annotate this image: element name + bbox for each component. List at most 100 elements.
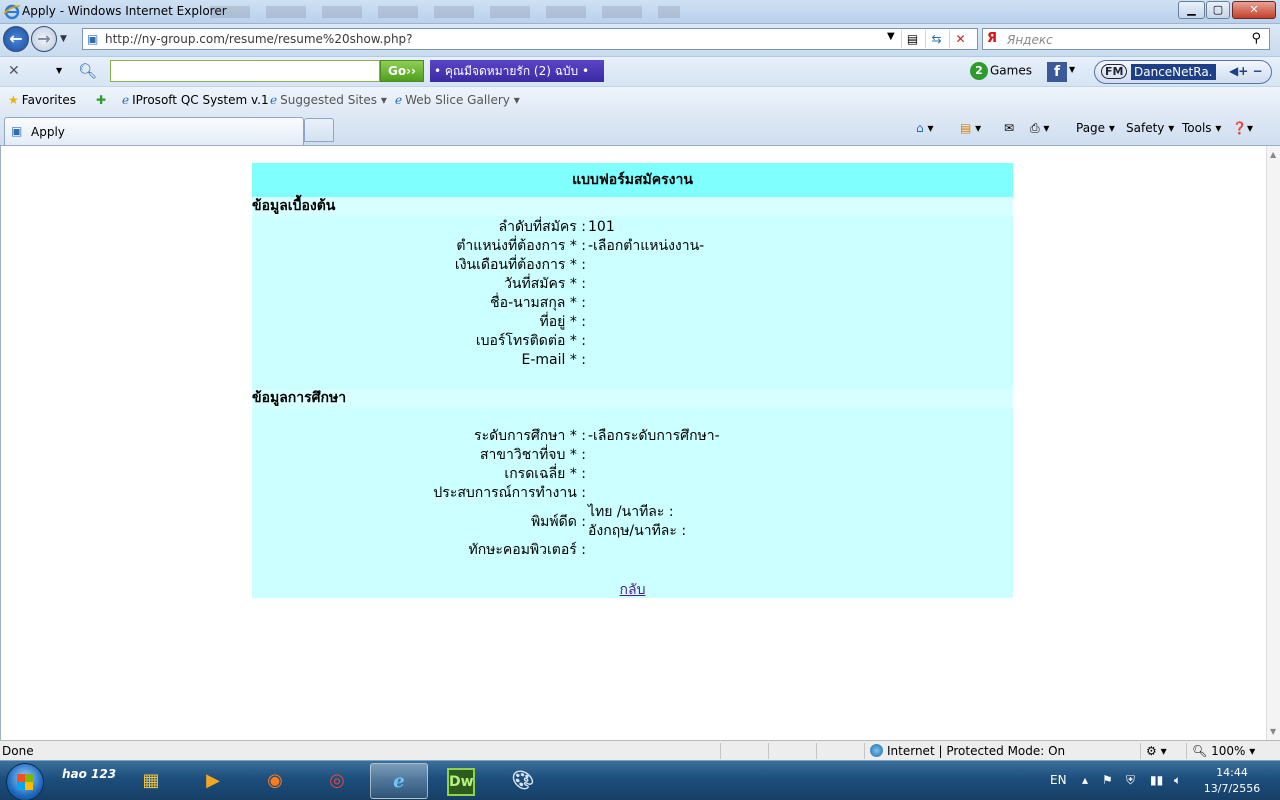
maximize-button[interactable]: ▢: [1206, 1, 1230, 19]
minimize-button[interactable]: ▁: [1178, 1, 1205, 19]
forward-button[interactable]: →: [31, 26, 57, 52]
ie-page-icon: ℯ: [122, 93, 130, 107]
status-divider: [768, 743, 769, 759]
status-divider: [1186, 743, 1187, 759]
print-icon[interactable]: ⎙ ▾: [1030, 121, 1049, 136]
status-divider: [864, 743, 865, 759]
windows-logo-icon-lower: [17, 782, 33, 790]
search-box[interactable]: Я Яндекс ⚲: [982, 28, 1270, 50]
application-form: แบบฟอร์มสมัครงาน ข้อมูลเบื้องต้น ลำดับที…: [252, 163, 1013, 598]
facebook-icon[interactable]: f: [1047, 62, 1067, 82]
back-link[interactable]: กลับ: [252, 579, 1013, 601]
hao123-taskbar-button[interactable]: hao 123: [60, 763, 118, 799]
add-favorite-icon[interactable]: ✚: [96, 93, 109, 107]
tools-menu[interactable]: Tools ▾: [1182, 121, 1221, 135]
close-toolbar-icon[interactable]: ✕: [8, 63, 20, 79]
start-button[interactable]: [6, 763, 44, 800]
radio-station-name[interactable]: DanceNetRa.: [1131, 64, 1216, 80]
paint-taskbar-button[interactable]: 🎨︎: [494, 763, 552, 799]
zoom-level[interactable]: 🔍︎ 100% ▾: [1192, 744, 1255, 758]
fm-badge: FM: [1101, 64, 1128, 79]
close-window-button[interactable]: ✕: [1232, 1, 1276, 19]
go-button[interactable]: Go››: [380, 60, 424, 82]
address-dropdown-icon[interactable]: ▼: [887, 31, 895, 42]
page-menu[interactable]: Page ▾: [1076, 121, 1115, 135]
form-row-applicant-no: ลำดับที่สมัคร : 101: [252, 218, 1013, 237]
field-label: ชื่อ-นามสกุล * :: [490, 295, 586, 311]
globe-icon: [870, 744, 883, 757]
chrome-taskbar-button[interactable]: ◎: [308, 763, 366, 799]
form-row-phone: เบอร์โทรติดต่อ * :: [252, 332, 1013, 351]
zone-label: Internet | Protected Mode: On: [887, 744, 1066, 758]
field-label: วันที่สมัคร * :: [504, 276, 586, 292]
language-indicator[interactable]: EN: [1050, 773, 1067, 787]
status-divider: [1140, 743, 1141, 759]
toolbar-search-input[interactable]: [110, 60, 380, 82]
favorite-link-web-slice-gallery[interactable]: ℯ Web Slice Gallery ▾: [395, 93, 520, 107]
status-divider: [816, 743, 817, 759]
address-box[interactable]: ▣ http://ny-group.com/resume/resume%20sh…: [82, 28, 978, 50]
favorite-link-suggested-sites[interactable]: ℯ Suggested Sites ▾: [270, 93, 387, 107]
network-icon[interactable]: ▮▮: [1150, 773, 1163, 787]
volume-controls[interactable]: ◀+ −: [1229, 64, 1263, 78]
show-hidden-icons[interactable]: ▴: [1082, 773, 1088, 787]
favorite-label: IProsoft QC System v.1: [132, 93, 269, 107]
security-icon[interactable]: ⛨: [1126, 773, 1135, 788]
back-button[interactable]: ←: [3, 26, 29, 52]
tab-apply[interactable]: ▣ Apply: [4, 117, 304, 145]
vertical-scrollbar[interactable]: ▲ ▼: [1266, 146, 1280, 740]
form-row-apply-date: วันที่สมัคร * :: [252, 275, 1013, 294]
address-bar-row: ← → ▼ ▣ http://ny-group.com/resume/resum…: [0, 24, 1280, 56]
status-text: Done: [2, 744, 34, 758]
stop-icon[interactable]: ✕: [949, 30, 971, 48]
games-icon: 2: [970, 62, 988, 80]
search-icon[interactable]: ⚲: [1251, 31, 1261, 46]
favorite-link-iprosoft[interactable]: ℯ IProsoft QC System v.1: [122, 93, 269, 107]
toolbar-dropdown-icon[interactable]: ▼: [56, 66, 62, 75]
address-url[interactable]: http://ny-group.com/resume/resume%20show…: [105, 32, 413, 46]
new-tab-button[interactable]: [304, 118, 334, 142]
action-center-icon[interactable]: ⚑: [1102, 773, 1113, 787]
mail-icon[interactable]: ✉: [1004, 121, 1014, 135]
tab-label: Apply: [31, 125, 65, 139]
system-clock[interactable]: 14:44 13/7/2556: [1200, 765, 1264, 797]
field-label: เงินเดือนที่ต้องการ * :: [454, 257, 586, 273]
form-row-computer-skills: ทักษะคอมพิวเตอร์ :: [252, 541, 1013, 560]
refresh-icon[interactable]: ⇆: [925, 30, 947, 48]
title-bar: Apply - Windows Internet Explorer ▁ ▢ ✕: [0, 0, 1280, 24]
scroll-down-icon[interactable]: ▼: [1270, 727, 1276, 736]
facebook-dropdown-icon[interactable]: ▼: [1069, 65, 1075, 74]
media-player-taskbar-button[interactable]: ▶: [184, 763, 242, 799]
home-icon[interactable]: ⌂ ▾: [916, 121, 933, 135]
form-row-typing-english: อังกฤษ/นาทีละ :: [252, 522, 1013, 541]
form-row-experience: ประสบการณ์การทำงาน :: [252, 484, 1013, 503]
feeds-icon[interactable]: ▤ ▾: [960, 121, 981, 135]
compatibility-view-icon[interactable]: ▤: [901, 30, 923, 48]
file-explorer-taskbar-button[interactable]: ▦: [122, 763, 180, 799]
page-content: แบบฟอร์มสมัครงาน ข้อมูลเบื้องต้น ลำดับที…: [0, 146, 1266, 740]
ie-page-icon: ℯ: [270, 93, 278, 107]
field-label: ประสบการณ์การทำงาน :: [433, 485, 586, 501]
protected-mode-icon[interactable]: ⚙︎ ▾: [1146, 744, 1167, 758]
tab-row: ▣ Apply ⌂ ▾ ▤ ▾ ✉ ⎙ ▾ Page ▾ Safety ▾ To…: [0, 114, 1280, 146]
recent-pages-dropdown-icon[interactable]: ▼: [60, 34, 67, 44]
favorites-label: Favorites: [21, 93, 76, 107]
volume-icon[interactable]: 🔈︎: [1174, 773, 1181, 788]
firefox-taskbar-button[interactable]: ◉: [246, 763, 304, 799]
favorites-button[interactable]: ★ Favorites: [8, 93, 76, 107]
radio-player[interactable]: FM DanceNetRa. ◀+ −: [1094, 60, 1272, 84]
internet-explorer-taskbar-button[interactable]: ℯ: [370, 763, 428, 799]
favorite-label: Suggested Sites ▾: [280, 93, 387, 107]
ie-page-icon: ℯ: [395, 93, 403, 107]
form-row-major: สาขาวิชาที่จบ * :: [252, 446, 1013, 465]
favorite-label: Web Slice Gallery ▾: [405, 93, 520, 107]
dreamweaver-taskbar-button[interactable]: Dw: [432, 763, 490, 799]
ghosted-menu-bar: [210, 6, 680, 18]
help-icon[interactable]: ❓▾: [1232, 121, 1253, 135]
games-button[interactable]: 2 Games: [970, 62, 1032, 80]
field-label: ทักษะคอมพิวเตอร์ :: [468, 542, 586, 558]
safety-menu[interactable]: Safety ▾: [1126, 121, 1174, 135]
security-zone[interactable]: Internet | Protected Mode: On: [870, 744, 1065, 758]
love-letter-banner[interactable]: • คุณมีจดหมายรัก (2) ฉบับ •: [430, 60, 604, 82]
scroll-up-icon[interactable]: ▲: [1270, 150, 1276, 159]
